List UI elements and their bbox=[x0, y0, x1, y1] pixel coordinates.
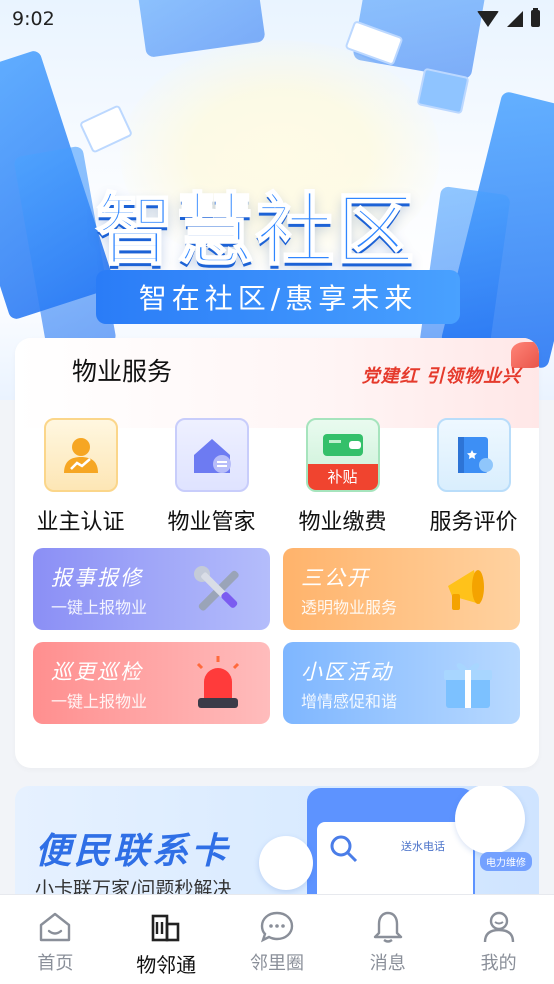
section-title: 物业服务 bbox=[72, 357, 173, 386]
nav-label: 邻里圈 bbox=[249, 953, 304, 974]
bell-icon bbox=[373, 911, 402, 943]
nav-label: 首页 bbox=[37, 953, 74, 974]
tile-title: 巡更巡检 bbox=[51, 660, 143, 684]
worker-avatar-circle bbox=[259, 836, 313, 890]
tile-title: 报事报修 bbox=[51, 566, 143, 590]
user-icon bbox=[483, 911, 514, 943]
megaphone-icon bbox=[448, 570, 484, 610]
tile-title: 三公开 bbox=[301, 566, 370, 590]
tile-patrol[interactable]: 巡更巡检 一键上报物业 bbox=[33, 642, 270, 724]
property-services-card: 物业服务 党建红 引领物业兴 业主认证 物业管家 补贴 物业缴费 服务评价 报事… bbox=[15, 338, 539, 768]
tile-report-repair[interactable]: 报事报修 一键上报物业 bbox=[33, 548, 270, 630]
service-label: 服务评价 bbox=[429, 510, 518, 535]
nav-neighborhood[interactable]: 邻里圈 bbox=[222, 895, 333, 984]
status-bar: 9:02 bbox=[0, 0, 554, 36]
nav-label: 我的 bbox=[480, 953, 517, 974]
signal-icon bbox=[507, 10, 523, 27]
hero-subtitle: 智在社区/惠享未来 bbox=[96, 270, 460, 324]
owner-verify-icon bbox=[43, 418, 118, 492]
service-label: 物业管家 bbox=[167, 510, 256, 535]
nav-wulintong[interactable]: 物邻通 bbox=[111, 895, 222, 984]
alarm-light-icon bbox=[196, 656, 240, 708]
building-icon bbox=[151, 914, 180, 942]
nav-label: 物邻通 bbox=[136, 953, 197, 977]
worker-avatar-circle bbox=[455, 786, 525, 854]
nav-home[interactable]: 首页 bbox=[0, 895, 111, 984]
service-review[interactable]: 服务评价 bbox=[408, 418, 539, 536]
service-home-butler[interactable]: 物业管家 bbox=[146, 418, 277, 536]
service-property-payment[interactable]: 补贴 物业缴费 bbox=[277, 418, 408, 536]
nav-profile[interactable]: 我的 bbox=[443, 895, 554, 984]
tile-title: 小区活动 bbox=[301, 660, 393, 684]
nav-messages[interactable]: 消息 bbox=[332, 895, 443, 984]
home-icon bbox=[40, 912, 71, 942]
power-repair-chip: 电力维修 bbox=[480, 852, 532, 871]
service-owner-verify[interactable]: 业主认证 bbox=[15, 418, 146, 536]
banner-title: 便民联系卡 bbox=[35, 831, 231, 872]
wallet-subsidy-icon: 补贴 bbox=[305, 418, 380, 492]
tile-subtitle: 一键上报物业 bbox=[51, 598, 148, 617]
review-book-icon bbox=[436, 418, 511, 492]
battery-icon bbox=[531, 8, 540, 27]
tile-three-public[interactable]: 三公开 透明物业服务 bbox=[283, 548, 520, 630]
chat-bubble-icon bbox=[260, 911, 294, 943]
hero-title: 智慧社区 bbox=[95, 185, 417, 277]
service-label: 业主认证 bbox=[36, 510, 125, 535]
tile-subtitle: 一键上报物业 bbox=[51, 692, 148, 711]
search-icon bbox=[330, 835, 358, 863]
subsidy-badge: 补贴 bbox=[307, 464, 378, 490]
tile-subtitle: 增情感促和谐 bbox=[301, 692, 398, 711]
wrench-screwdriver-icon bbox=[194, 566, 239, 611]
nav-label: 消息 bbox=[369, 953, 406, 974]
service-label: 物业缴费 bbox=[298, 510, 387, 535]
home-butler-icon bbox=[174, 418, 249, 492]
wifi-icon bbox=[477, 10, 499, 27]
service-grid: 业主认证 物业管家 补贴 物业缴费 服务评价 bbox=[15, 418, 539, 536]
bottom-navigation: 首页 物邻通 邻里圈 消息 我的 bbox=[0, 894, 554, 984]
tile-community-activity[interactable]: 小区活动 增情感促和谐 bbox=[283, 642, 520, 724]
red-flag-icon bbox=[511, 342, 539, 368]
status-time: 9:02 bbox=[12, 8, 55, 30]
water-phone-chip: 送水电话 bbox=[401, 840, 445, 853]
tile-subtitle: 透明物业服务 bbox=[301, 598, 398, 617]
party-slogan: 党建红 引领物业兴 bbox=[361, 366, 521, 387]
gift-box-icon bbox=[444, 663, 492, 708]
